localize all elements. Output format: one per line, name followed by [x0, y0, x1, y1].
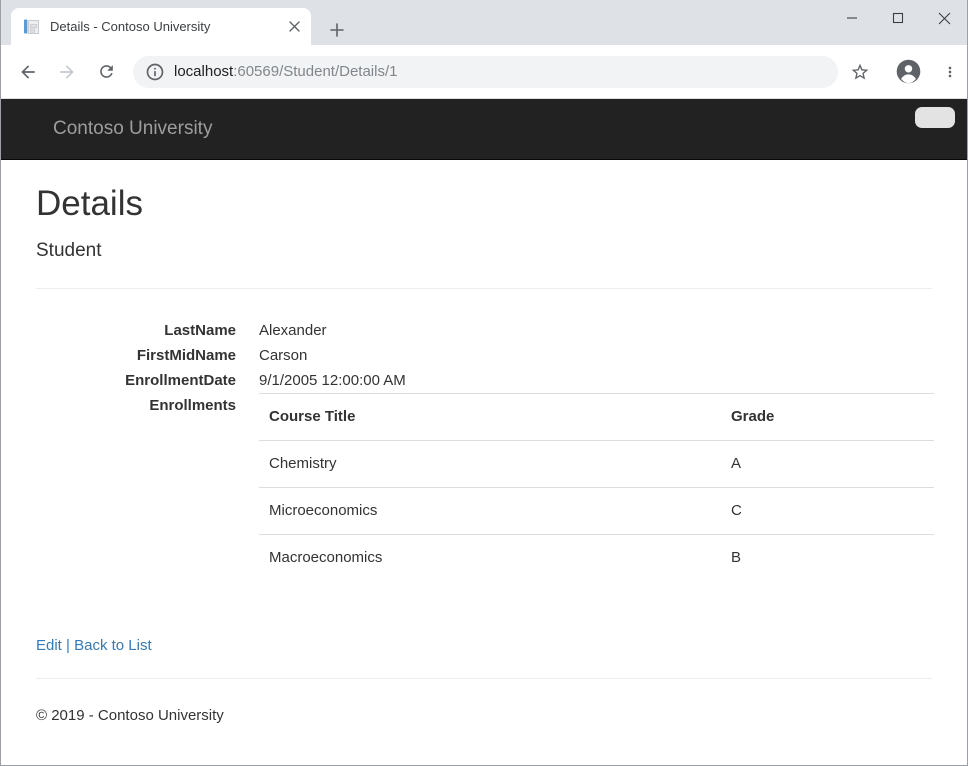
table-row: Chemistry A — [259, 441, 934, 488]
field-label: EnrollmentDate — [36, 368, 236, 393]
page-title: Details — [36, 184, 932, 224]
field-label: FirstMidName — [36, 343, 236, 368]
favicon-icon — [23, 18, 40, 35]
tab-title: Details - Contoso University — [50, 19, 285, 34]
back-to-list-link[interactable]: Back to List — [74, 637, 152, 654]
bookmark-star-icon[interactable] — [845, 57, 875, 87]
footer-copyright: © 2019 - Contoso University — [36, 679, 932, 724]
table-row: Microeconomics C — [259, 488, 934, 535]
edit-link[interactable]: Edit — [36, 637, 62, 654]
back-icon[interactable] — [14, 58, 42, 86]
enrollments-cell: Course Title Grade Chemistry A Microecon… — [259, 393, 934, 581]
tab-strip: Details - Contoso University — [1, 0, 967, 45]
url-text: localhost:60569/Student/Details/1 — [174, 63, 398, 80]
page-subtitle: Student — [36, 238, 932, 264]
browser-window: Details - Contoso University — [0, 0, 968, 766]
minimize-button[interactable] — [829, 0, 875, 36]
field-label: LastName — [36, 318, 236, 343]
field-value: Carson — [259, 343, 934, 368]
tab-close-icon[interactable] — [285, 18, 303, 36]
browser-tab[interactable]: Details - Contoso University — [11, 8, 311, 45]
field-value: Alexander — [259, 318, 934, 343]
table-row: Macroeconomics B — [259, 535, 934, 582]
column-header: Course Title — [259, 394, 721, 441]
grade-cell: A — [721, 441, 934, 488]
course-title-cell: Chemistry — [259, 441, 721, 488]
maximize-button[interactable] — [875, 0, 921, 36]
page-info-icon[interactable] — [145, 62, 165, 82]
url-host: localhost — [174, 63, 233, 80]
action-links: Edit | Back to List — [36, 633, 932, 658]
new-tab-button[interactable] — [323, 16, 351, 44]
student-details-list: LastName Alexander FirstMidName Carson E… — [36, 318, 932, 581]
window-controls — [829, 0, 967, 36]
close-window-button[interactable] — [921, 0, 967, 36]
page-content: Details Student LastName Alexander First… — [1, 160, 967, 765]
grade-cell: C — [721, 488, 934, 535]
grade-cell: B — [721, 535, 934, 582]
course-title-cell: Microeconomics — [259, 488, 721, 535]
navbar-brand-link[interactable]: Contoso University — [53, 118, 212, 140]
enrollments-table: Course Title Grade Chemistry A Microecon… — [259, 393, 934, 581]
profile-avatar[interactable] — [893, 57, 923, 87]
field-label: Enrollments — [36, 393, 236, 581]
divider-top — [36, 288, 932, 289]
navbar-toggler-button[interactable] — [915, 107, 955, 128]
site-navbar: Contoso University — [1, 99, 967, 160]
url-path: :60569/Student/Details/1 — [233, 63, 397, 80]
course-title-cell: Macroeconomics — [259, 535, 721, 582]
column-header: Grade — [721, 394, 934, 441]
browser-toolbar: localhost:60569/Student/Details/1 — [1, 45, 967, 99]
reload-icon[interactable] — [92, 58, 120, 86]
table-header-row: Course Title Grade — [259, 394, 934, 441]
browser-menu-icon[interactable] — [936, 58, 964, 86]
field-value: 9/1/2005 12:00:00 AM — [259, 368, 934, 393]
forward-icon[interactable] — [53, 58, 81, 86]
address-bar[interactable]: localhost:60569/Student/Details/1 — [133, 56, 838, 88]
